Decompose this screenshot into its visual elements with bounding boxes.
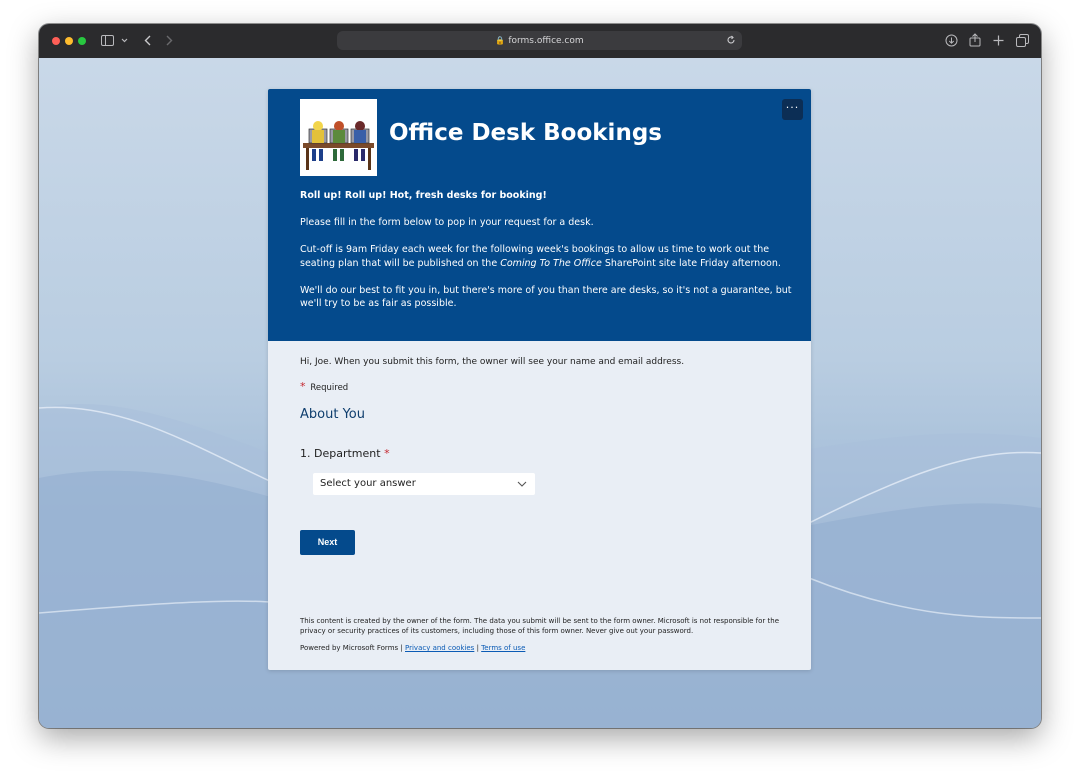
section-title: About You (300, 407, 365, 422)
form-description: Roll up! Roll up! Hot, fresh desks for b… (300, 189, 805, 324)
department-select[interactable]: Select your answer (313, 473, 535, 495)
desk-illustration-logo (300, 99, 377, 176)
chevron-down-icon[interactable] (121, 38, 128, 43)
footer-disclaimer: This content is created by the owner of … (300, 617, 780, 635)
footer-separator: | (400, 644, 403, 652)
required-star: * (300, 380, 306, 393)
form-header: ··· Office Desk Bookings Roll up! Roll u… (268, 89, 811, 341)
address-bar[interactable]: 🔒 forms.office.com (337, 31, 742, 50)
intro-headline: Roll up! Roll up! Hot, fresh desks for b… (300, 190, 547, 201)
sidebar-icon[interactable] (101, 35, 114, 46)
next-button[interactable]: Next (300, 530, 355, 555)
share-icon[interactable] (969, 33, 981, 47)
lock-icon: 🔒 (495, 36, 506, 45)
terms-link[interactable]: Terms of use (481, 644, 525, 652)
forward-icon[interactable] (166, 35, 173, 46)
back-icon[interactable] (144, 35, 151, 46)
zoom-window-button[interactable] (78, 37, 86, 45)
question-required-star: * (384, 447, 390, 460)
department-select-placeholder: Select your answer (320, 478, 416, 489)
form-title: Office Desk Bookings (389, 120, 662, 146)
form-card: ··· Office Desk Bookings Roll up! Roll u… (268, 89, 811, 670)
intro-p3-end: SharePoint site late Friday afternoon. (601, 257, 781, 269)
new-tab-icon[interactable] (993, 35, 1004, 46)
required-label: Required (310, 383, 349, 393)
minimize-window-button[interactable] (65, 37, 73, 45)
tab-overview-icon[interactable] (1016, 34, 1029, 47)
browser-toolbar: 🔒 forms.office.com (39, 24, 1041, 58)
url-text: forms.office.com (508, 36, 584, 46)
page-content: ··· Office Desk Bookings Roll up! Roll u… (39, 58, 1041, 728)
footer-links: Powered by Microsoft Forms | Privacy and… (300, 644, 525, 652)
more-options-button[interactable]: ··· (782, 99, 803, 120)
chevron-down-icon (517, 481, 527, 487)
reload-icon[interactable] (726, 35, 736, 45)
question-department: 1. Department * (300, 447, 390, 460)
footer-separator: | (476, 644, 479, 652)
question-label: Department (314, 447, 381, 460)
intro-p3-italic: Coming To The Office (500, 257, 602, 269)
greeting-text: Hi, Joe. When you submit this form, the … (300, 357, 685, 367)
powered-by-text: Powered by Microsoft Forms (300, 644, 399, 652)
close-window-button[interactable] (52, 37, 60, 45)
question-number: 1. (300, 447, 311, 460)
browser-window: 🔒 forms.office.com ··· Office Desk Booki… (39, 24, 1041, 728)
intro-paragraph-2: Please fill in the form below to pop in … (300, 217, 594, 228)
intro-paragraph-3: Cut-off is 9am Friday each week for the … (300, 243, 805, 270)
privacy-link[interactable]: Privacy and cookies (405, 644, 474, 652)
intro-paragraph-4: We'll do our best to fit you in, but the… (300, 284, 792, 310)
required-note: * Required (300, 380, 348, 393)
download-icon[interactable] (945, 34, 958, 47)
